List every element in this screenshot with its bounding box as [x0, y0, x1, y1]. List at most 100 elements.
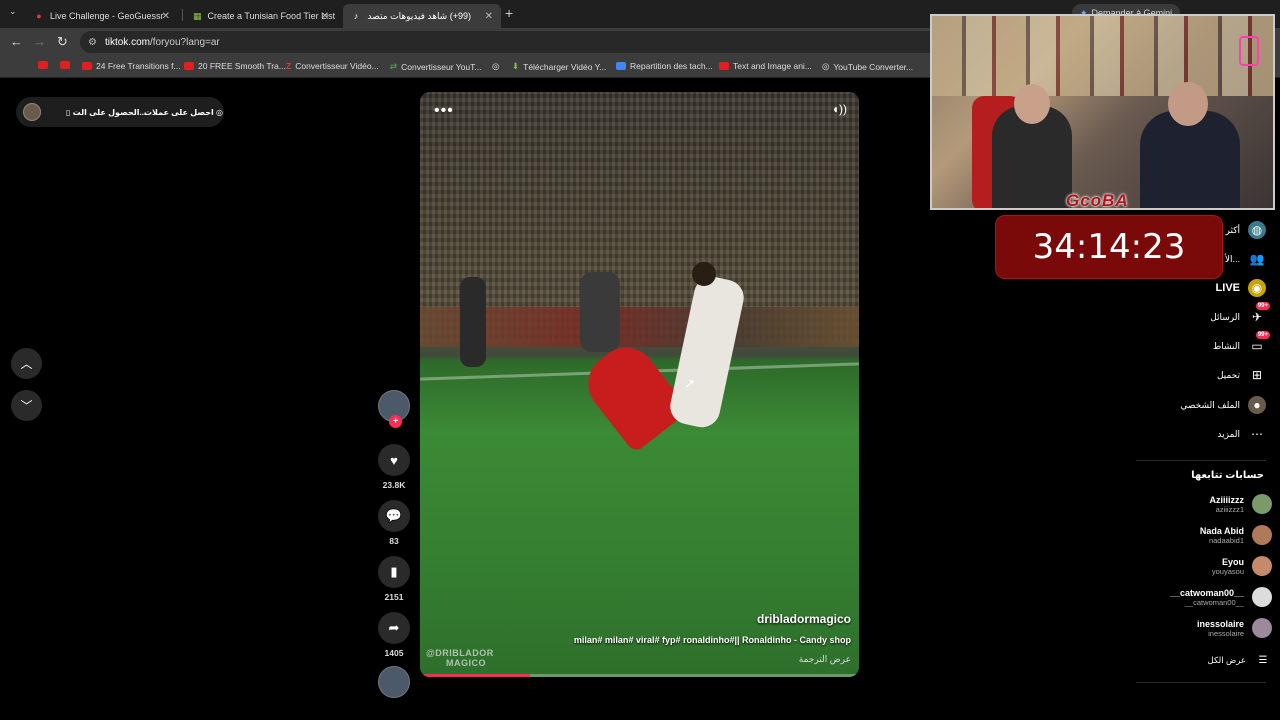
sound-avatar[interactable]: [378, 666, 410, 698]
bookmark-label: Text and Image ani...: [733, 61, 812, 71]
close-icon[interactable]: ✕: [485, 11, 493, 22]
activity-badge: 99+: [1255, 331, 1270, 339]
account-handle: youyasou: [1211, 566, 1244, 576]
watermark-line: @DRIBLADOR: [426, 648, 494, 658]
nav-messages[interactable]: الرسائل ✈ 99+: [1210, 302, 1270, 326]
following-account[interactable]: inessolaire inessolaire: [1197, 618, 1272, 638]
back-icon[interactable]: ←: [10, 34, 23, 49]
bookmark-transitions[interactable]: 24 Free Transitions f...: [82, 61, 181, 71]
activity-icon: ▭ 99+: [1251, 331, 1270, 353]
nav-following[interactable]: الأ... 👥: [1225, 250, 1266, 268]
get-coins-button[interactable]: احصل على عملات ◎: [144, 108, 223, 117]
video-author[interactable]: dribladormagico: [757, 612, 851, 626]
bookmark-telecharger[interactable]: ⬇ Télécharger Vidéo Y...: [512, 61, 606, 72]
new-tab-icon[interactable]: +: [505, 5, 513, 21]
following-account[interactable]: __catwoman00__ __catwoman00__: [1170, 587, 1272, 607]
close-icon[interactable]: ✕: [162, 11, 170, 22]
more-icon: ⋯: [1251, 427, 1263, 441]
share-icon: ➦: [388, 620, 400, 635]
upload-icon: ⊞: [1251, 368, 1263, 382]
share-count: 1405: [384, 648, 404, 658]
following-account[interactable]: Nada Abid nadaabid1: [1200, 525, 1272, 545]
video-progress-bar[interactable]: [420, 674, 859, 677]
get-app-button[interactable]: ▯ الحصول على الت...: [66, 108, 146, 117]
nav-live[interactable]: LIVE ◉: [1216, 279, 1266, 297]
account-handle: aziiizzz1: [1215, 504, 1244, 514]
see-translation-link[interactable]: عرض الترجمة: [799, 654, 851, 665]
like-button[interactable]: ♥: [378, 444, 410, 476]
nav-explore[interactable]: أكثر ◍: [1226, 221, 1266, 239]
avatar[interactable]: [23, 103, 41, 121]
watermark-line: MAGICO: [446, 658, 486, 668]
account-name: Nada Abid: [1199, 525, 1244, 536]
z-icon: Z: [286, 61, 292, 71]
bookmark-youtube-1[interactable]: [38, 61, 52, 69]
nav-label: المزيد: [1217, 428, 1240, 439]
youtube-icon: [719, 62, 729, 70]
tab-divider: [182, 9, 183, 21]
site-info-icon[interactable]: ⚙: [88, 37, 97, 48]
save-count: 2151: [384, 592, 404, 602]
avatar: [1252, 494, 1272, 514]
tab-tier-list[interactable]: ▦ Create a Tunisian Food Tier List ✕: [185, 4, 337, 28]
bookmark-label: Repartition des tach...: [630, 61, 713, 71]
bookmark-icon: ▮: [390, 564, 398, 579]
avatar: [1252, 618, 1272, 638]
follow-plus-icon[interactable]: +: [389, 415, 402, 428]
nav-more[interactable]: المزيد ⋯: [1217, 425, 1266, 443]
forward-icon[interactable]: →: [33, 34, 46, 49]
see-all-link[interactable]: عرض الكل ☰: [1208, 651, 1272, 669]
convert-icon: ⇄: [390, 61, 398, 71]
following-account[interactable]: Aziiiizzz aziiizzz1: [1209, 494, 1272, 514]
webcam-overlay: [930, 14, 1275, 210]
bookmark-smooth-transitions[interactable]: 20 FREE Smooth Tra...: [184, 61, 286, 71]
explore-icon: ◍: [1248, 221, 1266, 239]
reload-icon[interactable]: ↻: [57, 34, 68, 50]
following-account[interactable]: Eyou youyasou: [1212, 556, 1272, 576]
bookmark-youtube-converter[interactable]: ◎ YouTube Converter...: [822, 61, 913, 72]
bookmark-label: Convertisseur Vidéo...: [295, 61, 379, 71]
video-frame-player-head: [692, 262, 716, 286]
save-button[interactable]: ▮: [378, 556, 410, 588]
video-caption: milan# milan# viral# fyp# ronaldinho#|| …: [573, 635, 851, 645]
more-options-icon[interactable]: •••: [434, 102, 454, 120]
get-app-label: الحصول على الت...: [72, 107, 147, 117]
tab-title: Create a Tunisian Food Tier List: [207, 11, 336, 21]
volume-icon[interactable]: ◖)): [832, 102, 847, 116]
account-name: Aziiiizzz: [1209, 494, 1244, 505]
url-field[interactable]: ⚙ tiktok.com/foryou?lang=ar: [80, 31, 980, 53]
share-button[interactable]: ➦: [378, 612, 410, 644]
previous-video-button[interactable]: ︿: [11, 348, 42, 379]
account-handle: nadaabid1: [1208, 535, 1244, 545]
bookmark-text-image[interactable]: Text and Image ani...: [719, 61, 812, 71]
nav-profile[interactable]: الملف الشخصي ●: [1180, 396, 1266, 414]
nav-activity[interactable]: النشاط ▭ 99+: [1213, 331, 1270, 355]
bookmark-repartition[interactable]: Repartition des tach...: [616, 61, 713, 71]
tab-tiktok[interactable]: ♪ (99+) شاهد فيديوهات متصدرة ✕: [343, 4, 501, 28]
nav-label: تحميل: [1216, 369, 1240, 380]
close-icon[interactable]: ✕: [321, 11, 329, 22]
account-handle: inessolaire: [1208, 628, 1244, 638]
next-video-button[interactable]: ﹀: [11, 390, 42, 421]
mouse-cursor-icon: ➚: [684, 375, 696, 391]
video-player[interactable]: ••• ◖)) @DRIBLADOR MAGICO dribladormagic…: [420, 92, 859, 677]
bookmark-youtube-2[interactable]: [60, 61, 74, 69]
bookmark-label: 20 FREE Smooth Tra...: [198, 61, 286, 71]
nav-label: الملف الشخصي: [1180, 399, 1240, 410]
url-path: /foryou?lang=ar: [149, 36, 220, 48]
tab-search-icon[interactable]: ⌄: [9, 6, 17, 17]
creator-avatar[interactable]: +: [378, 390, 410, 428]
account-name: inessolaire: [1196, 618, 1244, 629]
nav-upload[interactable]: تحميل ⊞: [1217, 366, 1266, 384]
bookmark-convertisseur-youtube[interactable]: ⇄ Convertisseur YouT...: [390, 61, 481, 72]
tab-geoguessr[interactable]: ● Live Challenge - GeoGuessr ✕: [26, 4, 178, 28]
sidebar-divider: [1136, 682, 1266, 683]
bookmark-convertisseur-video[interactable]: Z Convertisseur Vidéo...: [286, 61, 379, 71]
video-frame-person: [580, 272, 620, 352]
heart-icon: ♥: [390, 452, 398, 468]
comment-button[interactable]: 💬: [378, 500, 410, 532]
bookmark-label: 24 Free Transitions f...: [96, 61, 181, 71]
bookmark-globe[interactable]: ◎: [492, 61, 499, 72]
url-host: tiktok.com: [104, 36, 150, 48]
globe-icon: ◎: [492, 61, 500, 71]
